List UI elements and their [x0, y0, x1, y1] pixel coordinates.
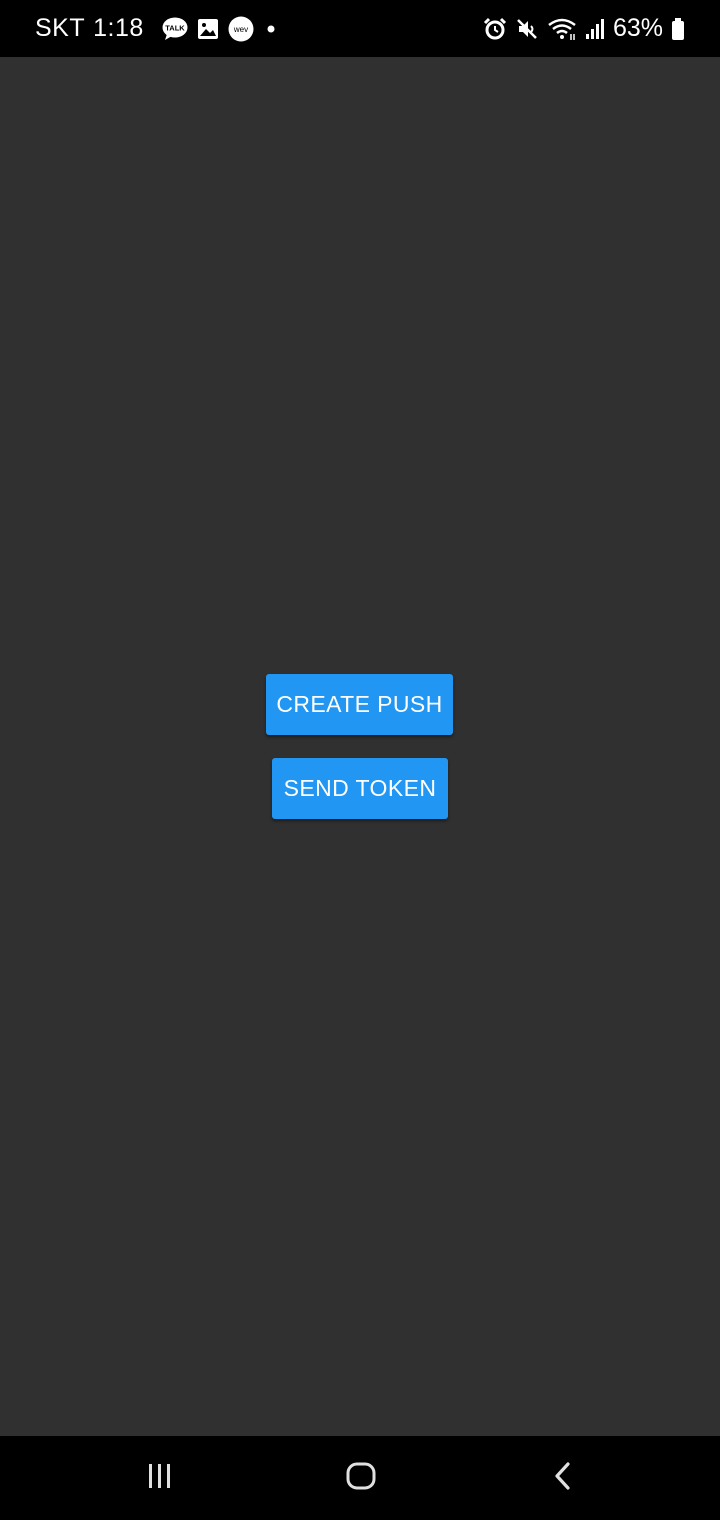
wifi-icon: [547, 17, 577, 41]
alarm-icon: [483, 17, 507, 41]
battery-percent: 63%: [612, 14, 663, 42]
gallery-icon: [197, 18, 219, 40]
recents-button[interactable]: [100, 1436, 220, 1520]
signal-icon: [585, 17, 605, 41]
home-button[interactable]: [301, 1436, 421, 1520]
back-button[interactable]: [503, 1436, 623, 1520]
kakaotalk-icon: TALK: [162, 17, 188, 41]
recents-icon: [145, 1461, 175, 1496]
navigation-bar: [0, 1436, 720, 1520]
clock: 1:18: [93, 14, 144, 42]
svg-text:TALK: TALK: [165, 23, 185, 32]
status-bar: SKT 1:18 TALK wev 63%: [0, 0, 720, 57]
status-right: 63%: [483, 0, 685, 57]
battery-icon: [671, 17, 685, 41]
home-icon: [345, 1460, 377, 1497]
weverse-icon: wev: [228, 16, 254, 42]
app-screen: SKT 1:18 TALK wev 63% CREATE PUSH SEND T…: [0, 0, 720, 1520]
more-dot-icon: [263, 21, 279, 37]
send-token-button[interactable]: SEND TOKEN: [272, 758, 448, 819]
notification-icons: TALK wev: [162, 16, 279, 42]
back-icon: [548, 1460, 578, 1497]
main-content: CREATE PUSH SEND TOKEN: [0, 57, 720, 1435]
mute-icon: [515, 17, 539, 41]
svg-text:wev: wev: [233, 25, 248, 34]
create-push-button[interactable]: CREATE PUSH: [266, 674, 453, 735]
carrier-label: SKT: [35, 14, 86, 42]
status-left: SKT 1:18 TALK wev: [35, 0, 279, 57]
